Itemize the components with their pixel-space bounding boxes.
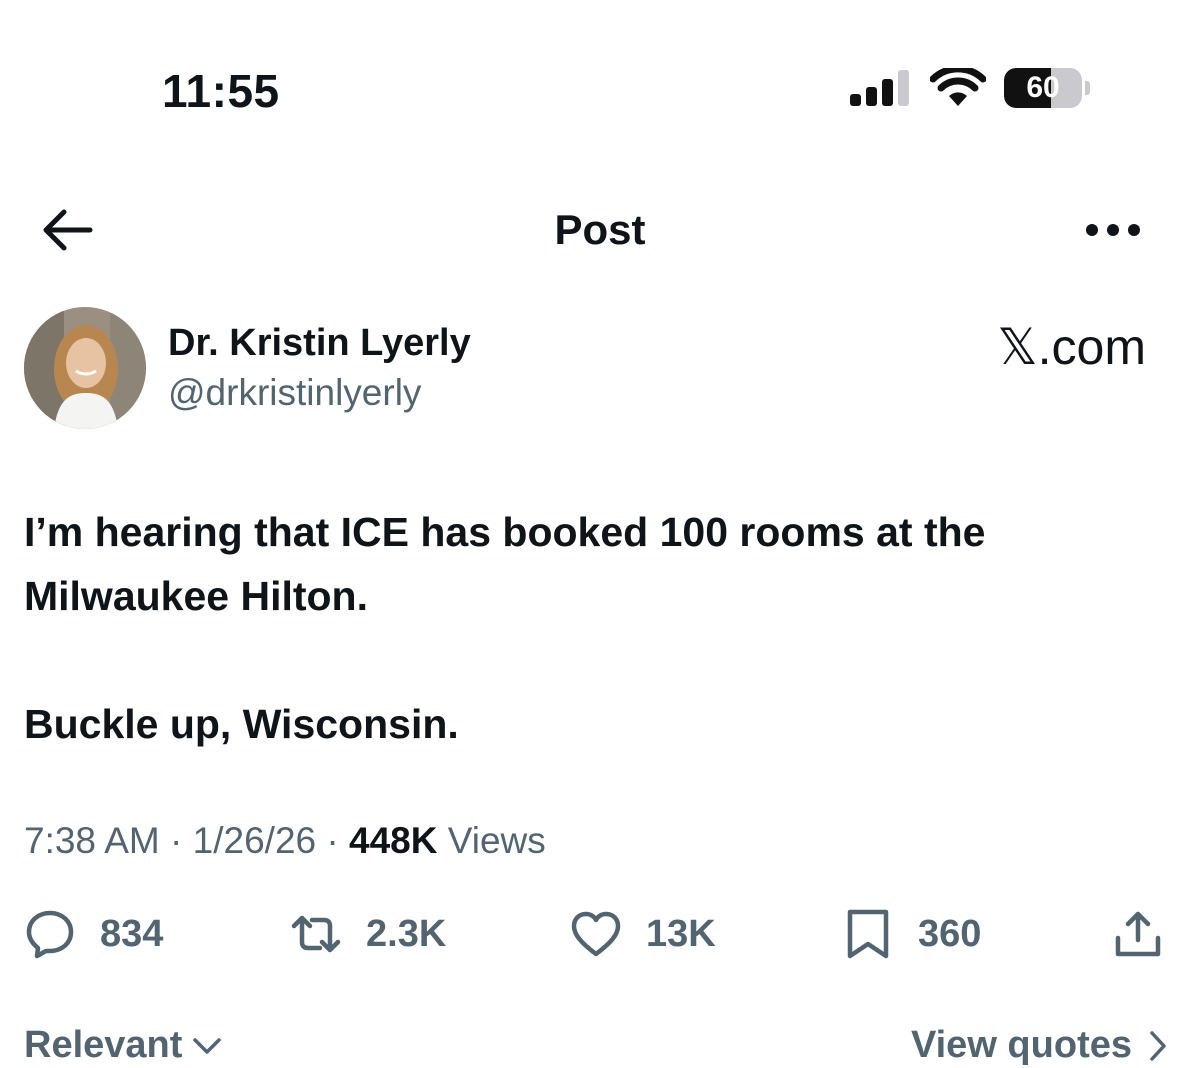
post-date[interactable]: 1/26/26 [193,820,316,861]
reply-icon [26,910,74,959]
reply-count: 834 [100,912,164,955]
meta-separator: · [326,820,339,861]
bookmark-button[interactable]: 360 [842,906,981,962]
post-paragraph: I’m hearing that ICE has booked 100 room… [24,509,986,619]
heart-icon [571,911,621,957]
views-label: Views [447,820,546,861]
post-time[interactable]: 7:38 AM [24,820,160,861]
repost-icon [291,915,341,953]
view-quotes-label: View quotes [910,1024,1132,1066]
sort-label: Relevant [24,1024,183,1066]
post-text: I’m hearing that ICE has booked 100 room… [24,500,1174,756]
wifi-icon [930,68,986,106]
chevron-down-icon [193,1037,222,1054]
post-paragraph: Buckle up, Wisconsin. [24,701,459,747]
repost-button[interactable]: 2.3K [290,906,446,962]
like-button[interactable]: 13K [570,906,716,962]
bookmark-count: 360 [918,912,982,955]
battery-icon: 60 [1004,68,1090,108]
source-label: 𝕏.com [997,319,1146,375]
sort-dropdown[interactable]: Relevant [24,1024,222,1067]
like-count: 13K [646,912,716,955]
bookmark-icon [847,909,889,959]
post-meta: 7:38 AM · 1/26/26 · 448K Views [24,820,546,862]
more-horizontal-icon[interactable] [1086,222,1140,238]
view-quotes-link[interactable]: View quotes [911,1024,1168,1067]
share-button[interactable] [1112,906,1164,962]
meta-separator: · [170,820,183,861]
battery-level: 60 [1026,71,1060,104]
page-title: Post [554,206,646,253]
avatar[interactable] [24,307,146,429]
share-icon [1115,911,1161,957]
repost-count: 2.3K [366,912,447,955]
chevron-right-icon [1150,1030,1166,1061]
author-handle[interactable]: @drkristinlyerly [168,372,421,414]
status-time: 11:55 [162,65,280,117]
author-name[interactable]: Dr. Kristin Lyerly [168,322,471,365]
views-count: 448K [349,820,438,861]
cellular-signal-icon [850,70,909,106]
reply-button[interactable]: 834 [24,906,163,962]
